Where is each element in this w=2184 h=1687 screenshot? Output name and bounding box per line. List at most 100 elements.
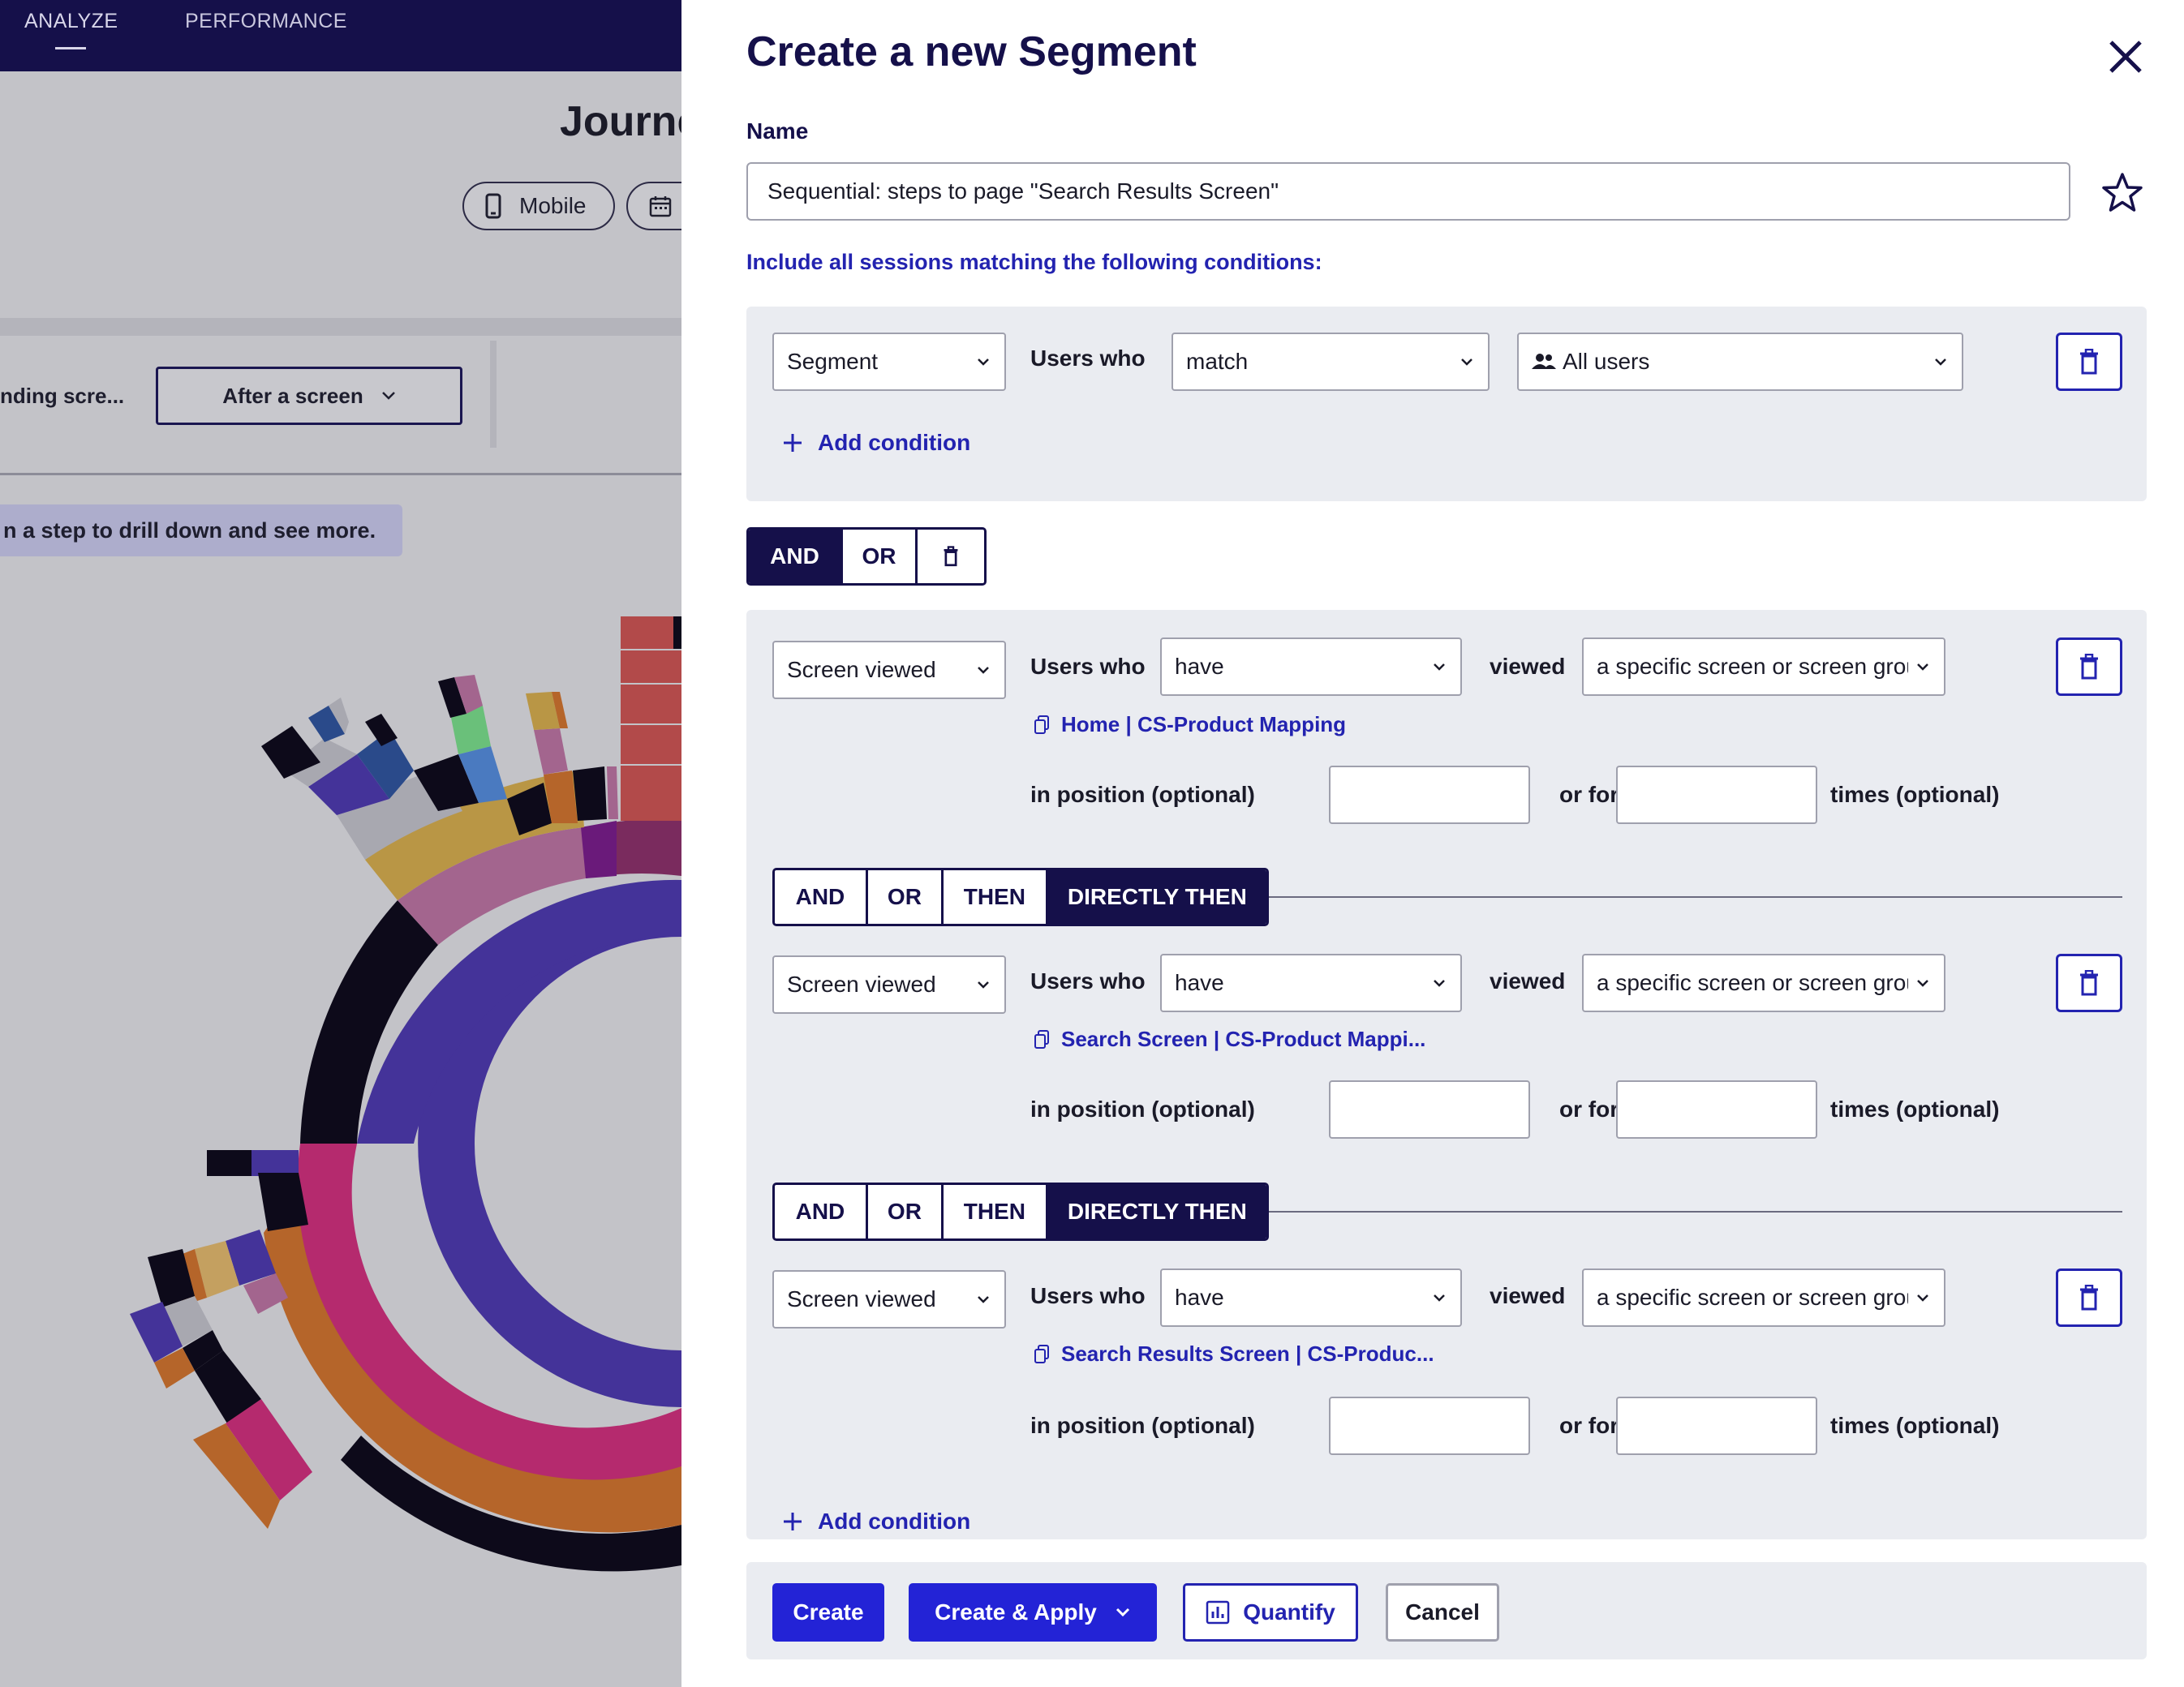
audience-select[interactable]: All users [1517,333,1963,391]
segment-type-select[interactable]: Segment [772,333,1006,391]
delete-condition-button[interactable] [2056,1268,2122,1327]
verb-value: have [1175,970,1224,995]
chevron-down-icon [1917,980,1928,987]
seq-directly-then-option[interactable]: DIRECTLY THEN [1047,1185,1266,1238]
sequence-divider [1269,1211,2122,1213]
group-or-option[interactable]: OR [843,530,918,583]
create-button[interactable]: Create [772,1583,884,1642]
position-input[interactable] [1329,766,1530,824]
times-input[interactable] [1616,766,1817,824]
screen-target-select[interactable]: a specific screen or screen group [1582,954,1945,1012]
times-input[interactable] [1616,1080,1817,1139]
screen-target-value: a specific screen or screen group [1597,654,1908,679]
sequence-operator-toggle: AND OR THEN DIRECTLY THEN [772,1183,1269,1241]
or-for-label: or for [1559,1097,1619,1122]
trash-icon [2080,349,2098,375]
plus-icon [784,1513,802,1530]
users-who-label: Users who [1030,968,1146,994]
quantify-button[interactable]: Quantify [1183,1583,1358,1642]
seq-or-option[interactable]: OR [868,1185,944,1238]
position-label: in position (optional) [1030,1097,1255,1122]
condition-type-select[interactable]: Screen viewed [772,955,1006,1014]
selected-screen-link[interactable]: Search Results Screen | CS-Produc... [1034,1341,1434,1367]
cancel-button[interactable]: Cancel [1386,1583,1499,1642]
condition-type-select[interactable]: Screen viewed [772,641,1006,699]
match-select[interactable]: match [1172,333,1490,391]
drawer-title: Create a new Segment [746,28,1197,75]
create-apply-label: Create & Apply [935,1599,1097,1625]
include-conditions-label: Include all sessions matching the follow… [746,250,1322,274]
screen-target-select[interactable]: a specific screen or screen group [1582,1268,1945,1327]
users-who-label: Users who [1030,1283,1146,1308]
chevron-down-icon [1116,1608,1129,1617]
chevron-down-icon [1434,663,1445,671]
position-input[interactable] [1329,1080,1530,1139]
trash-icon [944,546,958,567]
times-input[interactable] [1616,1397,1817,1455]
verb-value: have [1175,654,1224,679]
chevron-down-icon [1935,358,1946,366]
seq-then-option[interactable]: THEN [944,870,1048,924]
segment-name-input[interactable] [746,162,2070,221]
selected-screen-name: Search Results Screen | CS-Produc... [1061,1341,1434,1366]
selected-screen-name: Home | CS-Product Mapping [1061,712,1347,736]
delete-condition-button[interactable] [2056,954,2122,1012]
condition-type-value: Screen viewed [787,972,936,997]
close-icon[interactable] [2103,34,2148,79]
times-label: times (optional) [1830,1413,2000,1438]
condition-type-value: Screen viewed [787,1286,936,1311]
verb-select[interactable]: have [1160,637,1462,696]
chevron-down-icon [978,667,989,674]
add-condition-button[interactable]: Add condition [782,430,970,456]
position-input[interactable] [1329,1397,1530,1455]
delete-segment-condition-button[interactable] [2056,333,2122,391]
screen-target-value: a specific screen or screen group [1597,1285,1908,1310]
group-operator-toggle: AND OR [746,527,987,586]
background-app: ANALYZE PERFORMANCE Journe Mobile nding … [0,0,681,1687]
seq-directly-then-option[interactable]: DIRECTLY THEN [1047,870,1266,924]
sequence-divider [1269,896,2122,898]
sequence-operator-toggle: AND OR THEN DIRECTLY THEN [772,868,1269,926]
chevron-down-icon [978,981,989,989]
journey-sunburst[interactable] [0,0,681,1687]
add-condition-button[interactable]: Add condition [782,1509,970,1535]
chevron-down-icon [1434,980,1445,987]
verb-select[interactable]: have [1160,954,1462,1012]
or-for-label: or for [1559,782,1619,807]
delete-group-button[interactable] [918,530,984,583]
selected-screen-link[interactable]: Home | CS-Product Mapping [1034,712,1346,737]
delete-condition-button[interactable] [2056,637,2122,696]
group-and-option[interactable]: AND [749,530,843,583]
users-who-label: Users who [1030,346,1146,371]
users-icon [1532,354,1556,369]
create-apply-button[interactable]: Create & Apply [909,1583,1157,1642]
copy-icon [1034,1344,1049,1363]
name-label: Name [746,118,809,144]
quantify-label: Quantify [1243,1599,1335,1625]
position-label: in position (optional) [1030,782,1255,807]
viewed-label: viewed [1490,654,1566,679]
verb-select[interactable]: have [1160,1268,1462,1327]
seq-then-option[interactable]: THEN [944,1185,1048,1238]
or-for-label: or for [1559,1413,1619,1438]
verb-value: have [1175,1285,1224,1310]
seq-or-option[interactable]: OR [868,870,944,924]
screen-target-value: a specific screen or screen group [1597,970,1908,995]
drawer-footer: Create Create & Apply Quantify Cancel [746,1562,2147,1659]
trash-icon [2080,970,2098,996]
selected-screen-link[interactable]: Search Screen | CS-Product Mappi... [1034,1027,1425,1052]
times-label: times (optional) [1830,1097,2000,1122]
create-segment-drawer: Create a new Segment Name Include all se… [681,0,2184,1687]
add-condition-label: Add condition [818,1509,971,1534]
screen-target-select[interactable]: a specific screen or screen group [1582,637,1945,696]
star-icon[interactable] [2100,170,2145,216]
seq-and-option[interactable]: AND [775,1185,868,1238]
segment-condition-panel: Segment Users who match All users Add co… [746,307,2147,501]
trash-icon [2080,1285,2098,1311]
chevron-down-icon [978,1296,989,1303]
plus-icon [784,434,802,452]
viewed-label: viewed [1490,968,1566,994]
condition-type-select[interactable]: Screen viewed [772,1270,1006,1329]
screen-conditions-panel: Screen viewed Users who have viewed a sp… [746,610,2147,1539]
seq-and-option[interactable]: AND [775,870,868,924]
